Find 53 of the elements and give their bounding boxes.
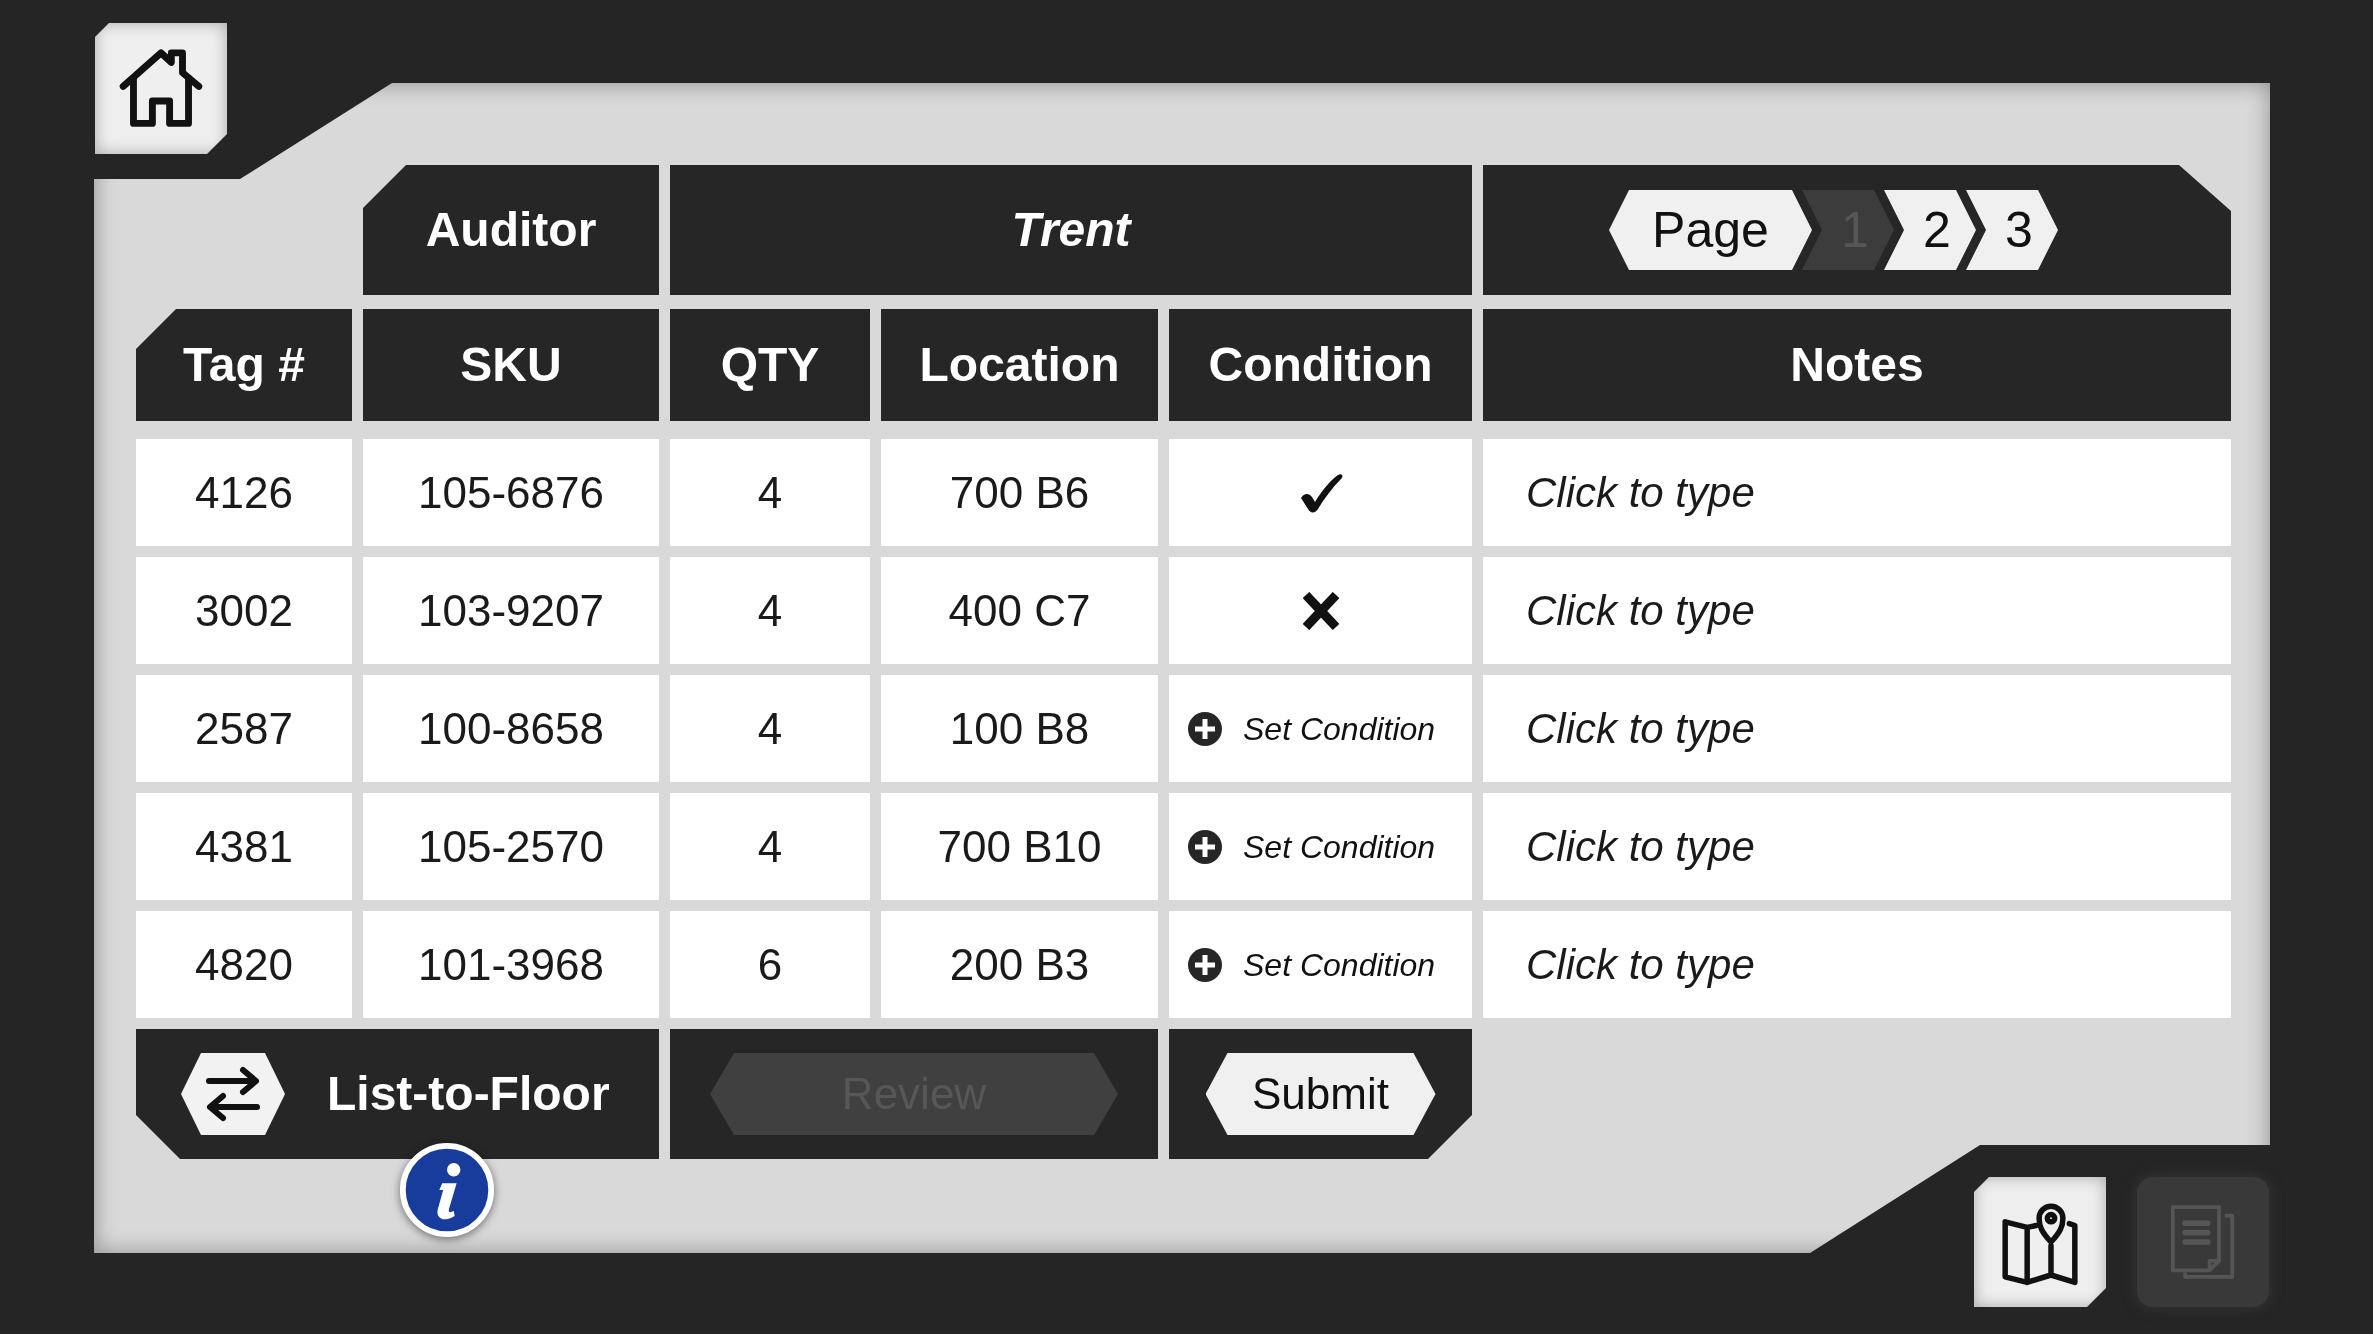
plus-circle-icon	[1188, 829, 1222, 864]
column-header: SKU	[363, 309, 659, 421]
table-cell: 101-3968	[363, 911, 659, 1018]
set-condition-button[interactable]: Set Condition	[1188, 940, 1436, 989]
table-cell: 700 B10	[881, 793, 1158, 900]
page-tab[interactable]: 3	[1966, 190, 2058, 270]
condition-cell[interactable]	[1169, 439, 1472, 546]
table-cell: 4820	[136, 911, 352, 1018]
table-cell: 4	[670, 675, 870, 782]
auditor-name: Trent	[670, 165, 1472, 295]
plus-circle-icon	[1188, 711, 1222, 746]
notes-field[interactable]: Click to type	[1483, 675, 2231, 782]
notes-field[interactable]: Click to type	[1483, 439, 2231, 546]
column-header: Condition	[1169, 309, 1472, 421]
page-tab[interactable]: 2	[1884, 190, 1976, 270]
table-cell: 4	[670, 557, 870, 664]
column-header: Location	[881, 309, 1158, 421]
notes-field[interactable]: Click to type	[1483, 911, 2231, 1018]
table-cell: 4381	[136, 793, 352, 900]
set-condition-button[interactable]: Set Condition	[1188, 822, 1436, 871]
table-cell: 4	[670, 793, 870, 900]
auditor-label: Auditor	[363, 165, 659, 295]
table-cell: 105-2570	[363, 793, 659, 900]
info-icon[interactable]	[399, 1142, 495, 1238]
table-cell: 2587	[136, 675, 352, 782]
table-cell: 100-8658	[363, 675, 659, 782]
table-cell: 400 C7	[881, 557, 1158, 664]
table-cell: 4126	[136, 439, 352, 546]
notes-field[interactable]: Click to type	[1483, 793, 2231, 900]
table-cell: 6	[670, 911, 870, 1018]
home-button[interactable]	[95, 23, 227, 154]
cross-icon	[1302, 591, 1339, 630]
check-icon	[1298, 472, 1343, 513]
table-cell: 4	[670, 439, 870, 546]
column-header: QTY	[670, 309, 870, 421]
table-cell: 103-9207	[363, 557, 659, 664]
table-cell: 200 B3	[881, 911, 1158, 1018]
condition-cell[interactable]	[1169, 557, 1472, 664]
column-header: Notes	[1483, 309, 2231, 421]
notes-field[interactable]: Click to type	[1483, 557, 2231, 664]
document-icon	[2170, 1204, 2236, 1280]
list-to-floor-button[interactable]: List-to-Floor	[136, 1029, 659, 1159]
submit-button[interactable]: Submit	[1205, 1053, 1436, 1135]
plus-circle-icon	[1188, 947, 1222, 982]
set-condition-button[interactable]: Set Condition	[1188, 704, 1436, 753]
table-cell: 100 B8	[881, 675, 1158, 782]
table-cell: 105-6876	[363, 439, 659, 546]
swap-arrows-icon	[181, 1053, 285, 1135]
map-button[interactable]	[1974, 1177, 2106, 1307]
table-cell: 3002	[136, 557, 352, 664]
column-header: Tag #	[136, 309, 352, 421]
table-cell: 700 B6	[881, 439, 1158, 546]
page-label: Page	[1609, 190, 1812, 270]
